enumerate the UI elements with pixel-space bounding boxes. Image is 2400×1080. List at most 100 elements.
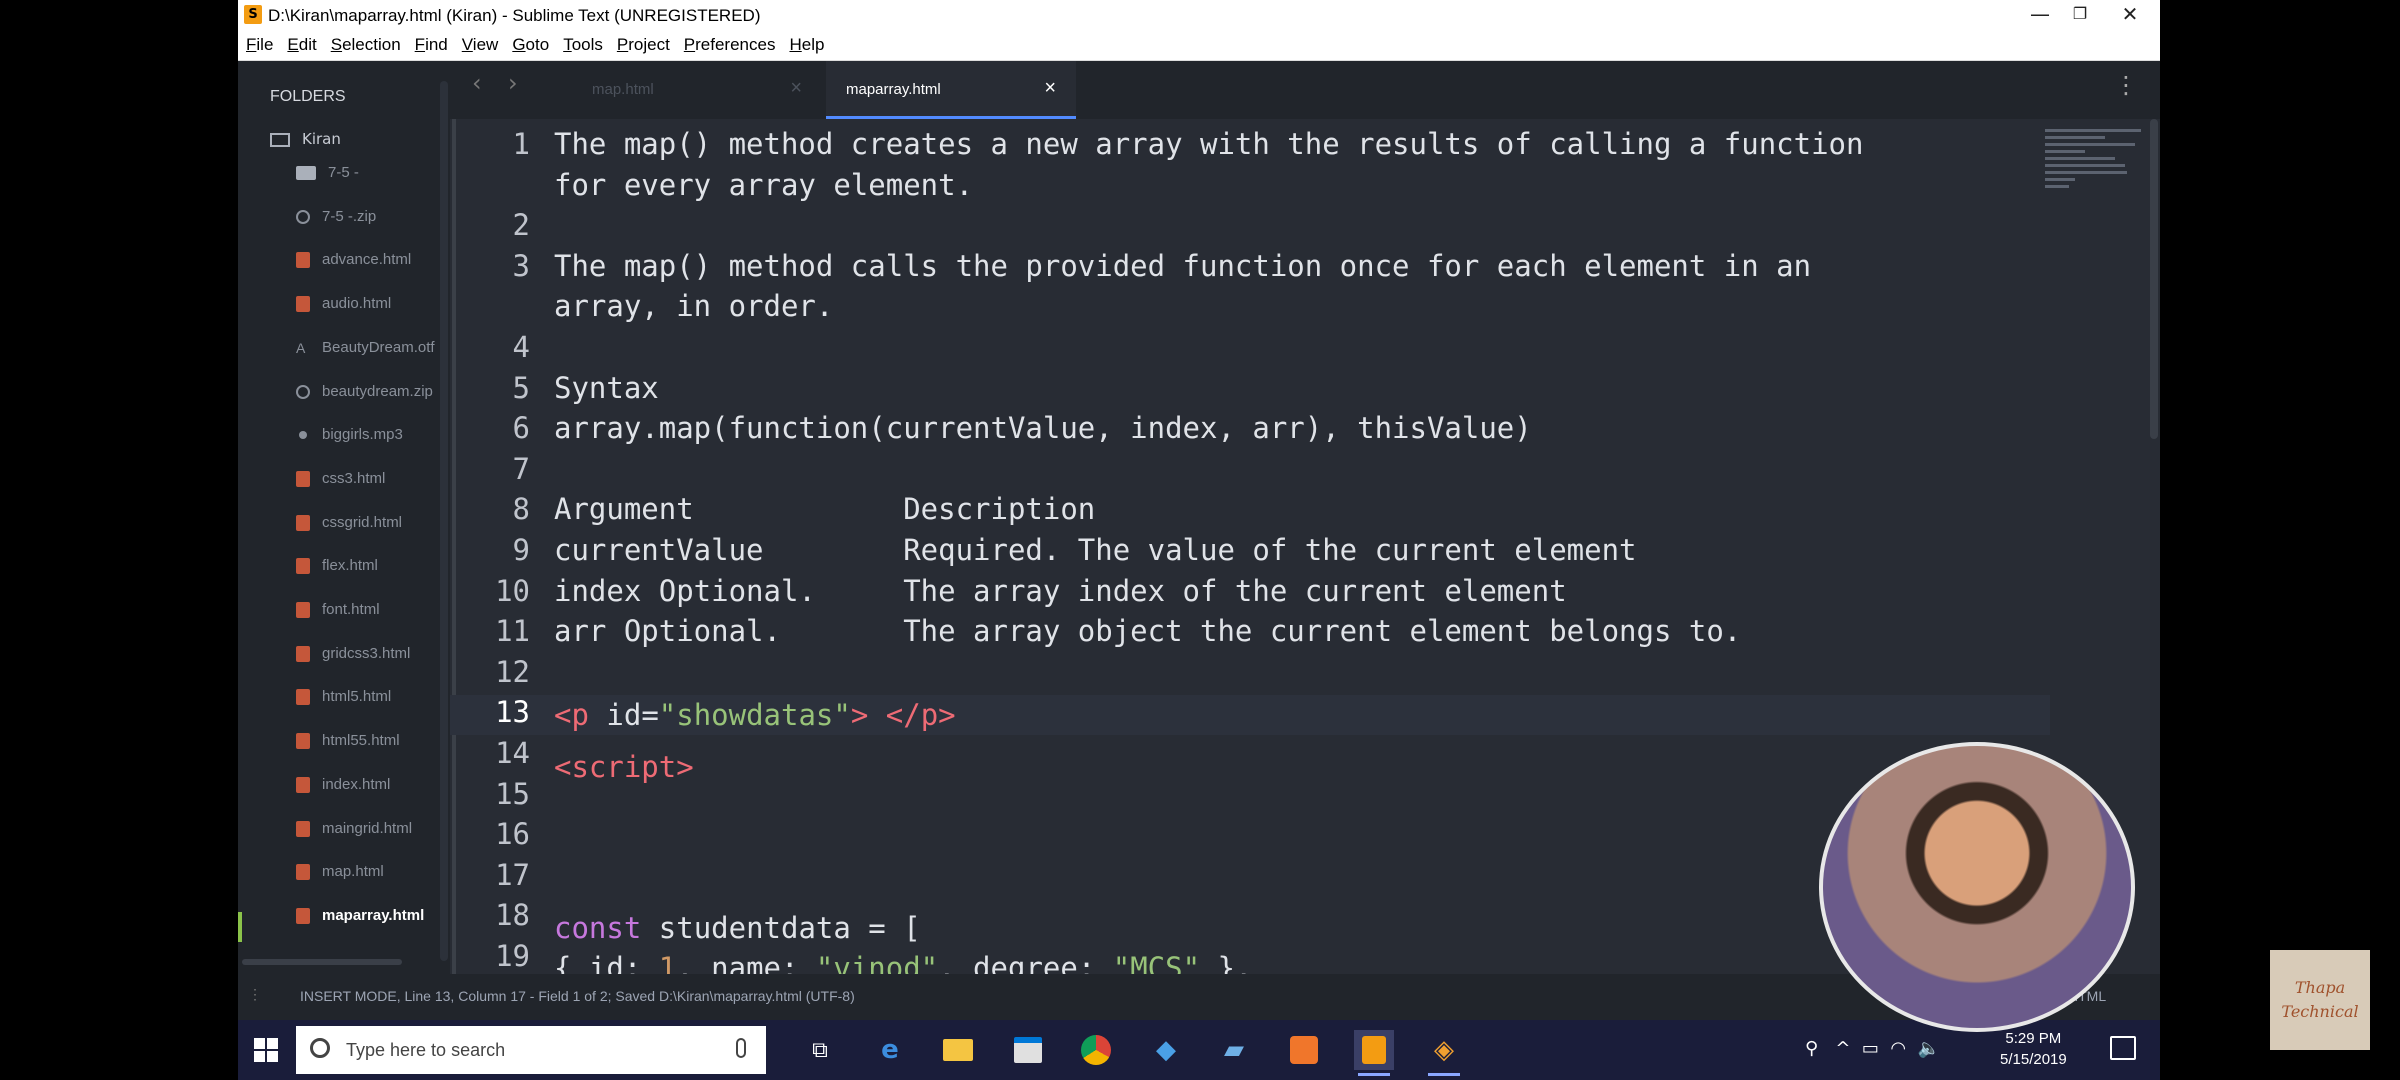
tab-close-icon[interactable]: × <box>1044 77 1056 100</box>
sidebar-file-label: 7-5 - <box>328 164 359 181</box>
search-placeholder: Type here to search <box>346 1040 506 1060</box>
sidebar-file-label: index.html <box>322 775 391 793</box>
tab-label: maparray.html <box>846 81 941 98</box>
code-line[interactable]: The map() method creates a new array wit… <box>554 127 1863 161</box>
line-number: 6 <box>512 411 530 446</box>
code-line[interactable]: The map() method calls the provided func… <box>554 249 1811 283</box>
file-explorer-icon[interactable] <box>938 1030 978 1070</box>
sublime-icon: S <box>244 5 262 24</box>
minimap-line <box>2045 178 2075 181</box>
sidebar-file-label: gridcss3.html <box>322 644 411 662</box>
menu-preferences[interactable]: Preferences <box>684 30 776 60</box>
minimap-line <box>2045 136 2105 139</box>
line-number: 13 <box>495 695 530 730</box>
line-number: 15 <box>495 776 530 811</box>
clock[interactable]: 5:29 PM 5/15/2019 <box>2000 1028 2067 1070</box>
line-number: 16 <box>495 817 530 852</box>
line-number: 10 <box>495 573 530 608</box>
app-icon-2[interactable]: ▰ <box>1214 1030 1254 1070</box>
code-line[interactable]: array.map(function(currentValue, index, … <box>554 411 1532 445</box>
folders-header: FOLDERS <box>270 88 346 105</box>
sidebar: FOLDERS Kiran 7-5 - 7-5 -.zip advance.html… <box>238 61 450 974</box>
tag-bracket: > <box>938 698 956 732</box>
app-icon[interactable]: ◆ <box>1146 1030 1186 1070</box>
microphone-icon[interactable] <box>736 1038 746 1058</box>
audio-file-icon <box>299 431 307 440</box>
app-icon-3[interactable] <box>1284 1030 1324 1070</box>
minimap-line <box>2045 171 2127 174</box>
tab-next-icon[interactable]: › <box>508 69 518 97</box>
tab-label: map.html <box>592 81 654 98</box>
root-folder-label: Kiran <box>302 130 341 148</box>
minimap[interactable] <box>2045 129 2145 249</box>
notification-icon[interactable] <box>2110 1036 2136 1060</box>
code-line[interactable]: currentValue Required. The value of the … <box>554 533 1637 567</box>
bag-shape <box>1014 1037 1042 1063</box>
minimap-line <box>2045 143 2135 146</box>
sidebar-file-label: flex.html <box>322 557 378 575</box>
html-file-icon <box>296 252 310 269</box>
tab-maparray-html[interactable]: maparray.html × <box>826 61 1076 119</box>
sidebar-scrollbar[interactable] <box>440 81 448 961</box>
sidebar-file-label: audio.html <box>322 295 392 313</box>
tab-close-icon[interactable]: × <box>790 77 802 100</box>
tag-bracket: > <box>676 750 694 784</box>
sidebar-file-label: advance.html <box>322 251 412 269</box>
sublime-shape <box>1362 1036 1386 1064</box>
tag-bracket: > <box>850 698 886 732</box>
taskbar-search[interactable]: Type here to search <box>296 1026 766 1074</box>
panel-grip-icon[interactable]: ⋮ <box>248 986 262 1003</box>
close-button[interactable]: ✕ <box>2100 0 2160 30</box>
menu-project[interactable]: Project <box>617 30 670 60</box>
menu-find[interactable]: Find <box>415 30 448 60</box>
menu-file[interactable]: File <box>246 30 273 60</box>
html-file-icon <box>296 296 310 313</box>
code-line[interactable]: index Optional. The array index of the c… <box>554 574 1567 608</box>
start-pane <box>267 1038 278 1049</box>
code-line[interactable]: Argument Description <box>554 492 1095 526</box>
code-line[interactable]: Syntax <box>554 371 659 405</box>
tab-map-html[interactable]: map.html × <box>572 61 822 119</box>
sidebar-file-label: maingrid.html <box>322 819 413 837</box>
line-number: 2 <box>512 208 530 243</box>
tab-prev-icon[interactable]: ‹ <box>472 69 482 97</box>
windows-start-icon[interactable] <box>254 1038 278 1062</box>
code-line[interactable]: arr Optional. The array object the curre… <box>554 614 1741 648</box>
sublime-taskbar-icon[interactable] <box>1354 1030 1394 1076</box>
menu-edit[interactable]: Edit <box>287 30 316 60</box>
task-view-icon[interactable]: ⧉ <box>800 1030 840 1070</box>
sidebar-h-scrollbar[interactable] <box>242 959 402 965</box>
chrome-icon[interactable] <box>1076 1030 1116 1070</box>
watermark-logo: Thapa Technical <box>2270 950 2370 1050</box>
system-tray[interactable]: ⚲ ^ ▭ ◠ 🔈 <box>1805 1038 1940 1059</box>
menu-bar: File Edit Selection Find View Goto Tools Projec… <box>238 30 2160 61</box>
line-number: 19 <box>495 939 530 973</box>
menu-help[interactable]: Help <box>789 30 824 60</box>
html-file-icon <box>296 907 310 924</box>
html-file-icon <box>296 602 310 619</box>
code-line[interactable]: for every array element. <box>554 168 973 202</box>
menu-view[interactable]: View <box>462 30 499 60</box>
code-line-13[interactable]: <p id="showdatas"> </p> <box>554 698 956 732</box>
code-line-15-script[interactable]: <script> <box>554 750 694 784</box>
clock-date: 5/15/2019 <box>2000 1051 2067 1068</box>
menu-tools[interactable]: Tools <box>563 30 603 60</box>
app-icon-4[interactable]: ◈ <box>1424 1030 1464 1076</box>
html-file-icon <box>296 645 310 662</box>
code-line[interactable]: array, in order. <box>554 289 833 323</box>
edge-icon[interactable]: e <box>870 1030 910 1070</box>
tag-name: p <box>571 698 589 732</box>
html-file-icon <box>296 776 310 793</box>
minimap-line <box>2045 185 2069 188</box>
tag-bracket: < <box>554 698 572 732</box>
editor-scrollbar[interactable] <box>2150 119 2158 439</box>
more-options-icon[interactable]: ⋮ <box>2114 71 2138 99</box>
minimap-line <box>2045 164 2125 167</box>
start-pane <box>254 1038 265 1049</box>
store-icon[interactable] <box>1008 1030 1048 1070</box>
root-folder[interactable]: Kiran <box>270 130 341 154</box>
menu-goto[interactable]: Goto <box>512 30 549 60</box>
title-bar: S D:\Kiran\maparray.html (Kiran) - Subli… <box>238 0 2160 30</box>
menu-selection[interactable]: Selection <box>331 30 401 60</box>
code-line-18[interactable]: const studentdata = [ <box>554 911 921 945</box>
